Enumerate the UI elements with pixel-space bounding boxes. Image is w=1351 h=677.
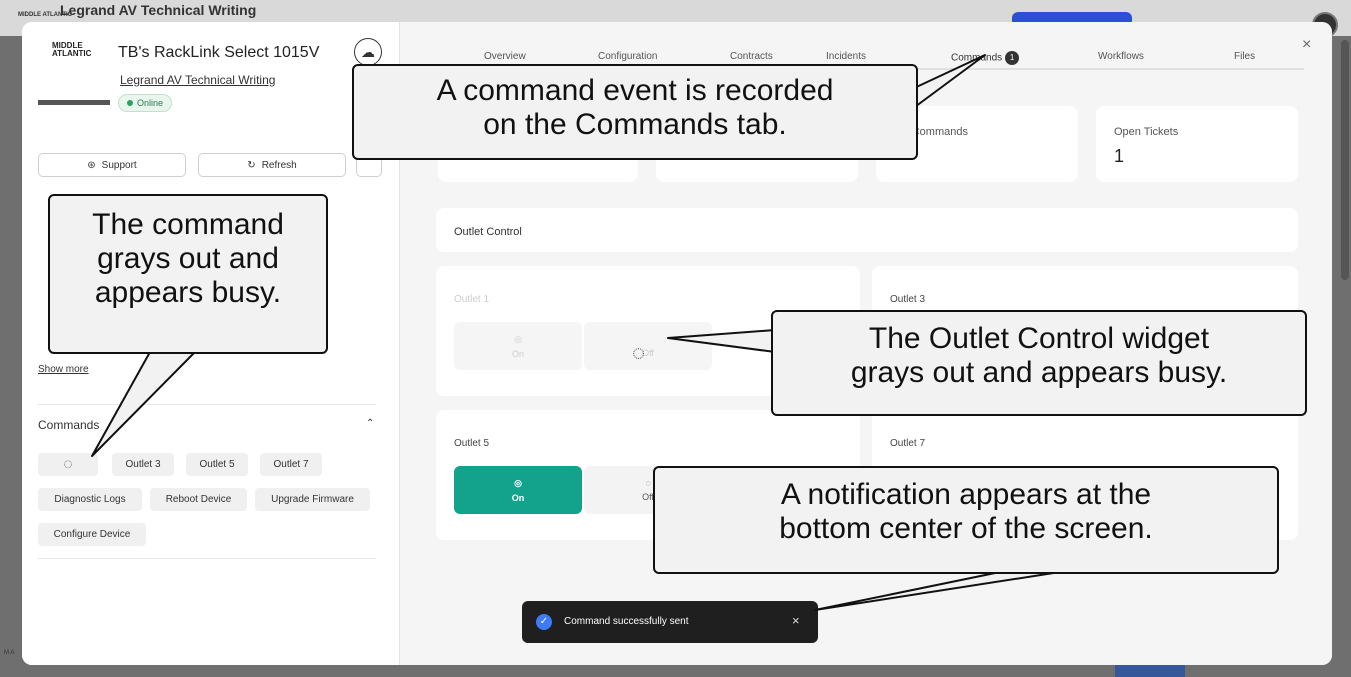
power-icon: ◎ (514, 477, 522, 488)
callout-command-busy: The command grays out and appears busy. (48, 194, 328, 354)
close-icon[interactable]: × (1302, 36, 1311, 54)
background-app-title: Legrand AV Technical Writing (60, 2, 257, 18)
close-icon[interactable]: × (792, 613, 800, 628)
command-upgrade-firmware[interactable]: Upgrade Firmware (255, 488, 370, 511)
tab-overview[interactable]: Overview (484, 51, 526, 62)
commands-heading: Commands (38, 418, 100, 432)
on-label: On (511, 348, 524, 359)
callout-notification: A notification appears at the bottom cen… (653, 466, 1279, 574)
device-image (38, 100, 110, 105)
command-outlet-5[interactable]: Outlet 5 (186, 453, 248, 476)
stat-value: 1 (1114, 146, 1125, 166)
power-icon (647, 334, 650, 344)
outlet-1-on-button: ◎ On (454, 322, 582, 370)
tab-contracts[interactable]: Contracts (730, 51, 773, 62)
toast-message: Command successfully sent (564, 616, 689, 627)
spinner-icon: ◌ (632, 340, 646, 365)
outlet-control-header: Outlet Control (436, 208, 1298, 252)
brand-logo: MIDDLE ATLANTIC (52, 41, 92, 58)
support-button[interactable]: ⊛ Support (38, 153, 186, 177)
tab-commands-label: Commands (951, 52, 1003, 64)
outlet-name: Outlet 3 (890, 294, 926, 305)
show-more-link[interactable]: Show more (38, 364, 89, 375)
commands-count-badge: 1 (1005, 51, 1020, 65)
callout-line: appears busy. (94, 276, 282, 309)
callout-line: The command (92, 208, 284, 241)
status-badge: Online (118, 94, 173, 112)
refresh-button[interactable]: ↻ Refresh (198, 153, 346, 177)
callout-line: A command event is recorded (436, 74, 834, 107)
tab-workflows[interactable]: Workflows (1098, 51, 1144, 62)
callout-line: A notification appears at the (780, 478, 1152, 511)
callout-widget-busy: The Outlet Control widget grays out and … (771, 310, 1307, 416)
outlet-control-title: Outlet Control (454, 226, 522, 238)
refresh-icon: ↻ (247, 159, 256, 171)
callout-line: on the Commands tab. (483, 108, 787, 141)
command-reboot-device[interactable]: Reboot Device (150, 488, 247, 511)
background-bottom-bar (1115, 664, 1185, 677)
command-outlet-7[interactable]: Outlet 7 (260, 453, 322, 476)
support-icon: ⊛ (87, 159, 96, 171)
chevron-up-icon[interactable]: ⌃ (366, 418, 374, 429)
command-diagnostic-logs[interactable]: Diagnostic Logs (38, 488, 142, 511)
callout-line: The Outlet Control widget (868, 322, 1210, 355)
busy-command-button: ◌ (38, 453, 98, 476)
command-outlet-3[interactable]: Outlet 3 (112, 453, 174, 476)
outlet-5-on-button[interactable]: ◎ On (454, 466, 582, 514)
outlet-1-off-button: Off (584, 322, 712, 370)
toast-notification: ✓ Command successfully sent × (522, 601, 818, 643)
on-label: On (511, 492, 525, 503)
callout-line: grays out and appears busy. (850, 356, 1228, 389)
callout-line: grays out and (97, 242, 279, 275)
power-icon: ◌ (645, 478, 651, 488)
support-label: Support (101, 159, 137, 171)
outlet-name: Outlet 1 (454, 294, 490, 305)
divider (38, 404, 376, 405)
tab-files[interactable]: Files (1234, 51, 1255, 62)
callout-line: bottom center of the screen. (779, 512, 1153, 545)
callout-commands-tab: A command event is recorded on the Comma… (352, 64, 918, 160)
status-dot-icon (127, 100, 133, 106)
command-configure-device[interactable]: Configure Device (38, 523, 146, 546)
page-scrollbar[interactable] (1341, 40, 1349, 280)
stat-label: Open Tickets (1114, 126, 1179, 138)
stat-card-open-tickets: Open Tickets 1 (1096, 106, 1298, 182)
divider (38, 558, 376, 559)
cloud-icon[interactable]: ☁ (354, 38, 382, 66)
status-label: Online (137, 98, 164, 108)
check-icon: ✓ (536, 614, 552, 630)
outlet-name: Outlet 5 (454, 438, 490, 449)
refresh-label: Refresh (261, 159, 297, 171)
background-logo-bottom: M A (4, 650, 15, 656)
power-icon: ◎ (514, 333, 522, 344)
outlet-name: Outlet 7 (890, 438, 926, 449)
device-title: TB's RackLink Select 1015V (118, 44, 320, 61)
owner-link[interactable]: Legrand AV Technical Writing (120, 73, 275, 87)
spinner-icon: ◌ (63, 455, 73, 473)
tab-incidents[interactable]: Incidents (826, 51, 866, 62)
tab-commands[interactable]: Commands 1 (951, 51, 1020, 65)
tab-configuration[interactable]: Configuration (598, 51, 657, 62)
